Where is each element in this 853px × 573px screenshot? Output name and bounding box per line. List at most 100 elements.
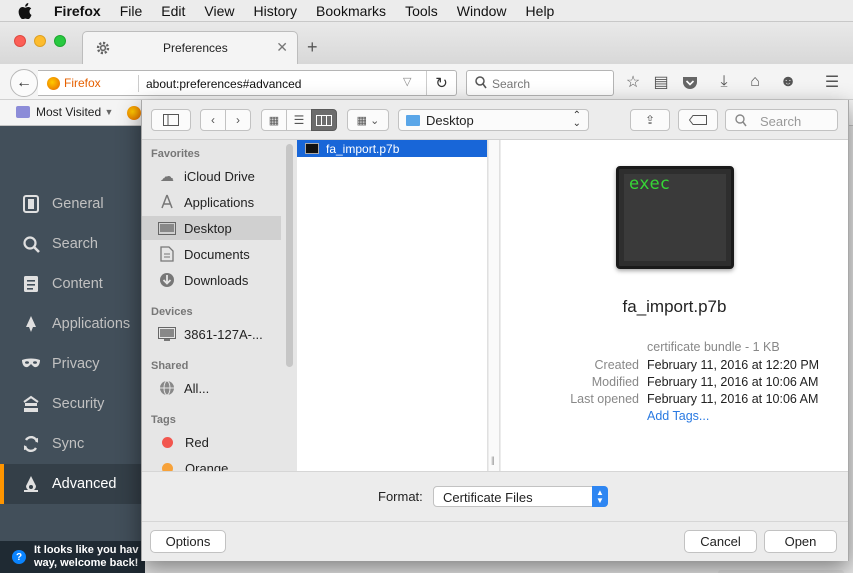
location-label: Desktop bbox=[426, 113, 474, 128]
navigation-toolbar: ← Firefox about:preferences#advanced ▽ ↻… bbox=[0, 64, 853, 100]
zoom-window-button[interactable] bbox=[54, 35, 66, 47]
sidebar-item-content[interactable]: Content bbox=[0, 264, 145, 304]
help-icon: ? bbox=[12, 550, 26, 564]
search-icon bbox=[475, 76, 487, 89]
sidebar-item-tag-red[interactable]: Red bbox=[142, 430, 281, 454]
new-tab-icon[interactable]: + bbox=[307, 37, 318, 58]
reload-icon[interactable]: ↻ bbox=[426, 71, 456, 95]
add-tags-link[interactable]: Add Tags... bbox=[647, 409, 709, 423]
cloud-icon: ☁ bbox=[160, 167, 174, 184]
close-window-button[interactable] bbox=[14, 35, 26, 47]
column-view-button[interactable] bbox=[311, 109, 337, 131]
format-popup[interactable]: Certificate Files ▲ ▼ bbox=[433, 486, 608, 507]
forward-button[interactable]: › bbox=[225, 109, 251, 131]
home-icon[interactable]: ⌂ bbox=[745, 72, 765, 92]
sidebar-item-label: iCloud Drive bbox=[184, 168, 255, 184]
sidebar-item-privacy[interactable]: Privacy bbox=[0, 344, 145, 384]
sidebar-item-label: General bbox=[52, 196, 104, 212]
search-placeholder: Search bbox=[760, 114, 802, 129]
sidebar-item-icloud-drive[interactable]: ☁ iCloud Drive bbox=[142, 164, 281, 188]
sidebar-scrollbar[interactable] bbox=[286, 144, 293, 367]
welcome-back-notification: ? It looks like you hav way, welcome bac… bbox=[0, 541, 145, 573]
menu-help[interactable]: Help bbox=[526, 3, 555, 19]
back-button[interactable]: ‹ bbox=[200, 109, 226, 131]
format-row: Format: Certificate Files ▲ ▼ bbox=[142, 471, 848, 521]
cancel-button[interactable]: Cancel bbox=[684, 530, 757, 553]
sidebar-item-security[interactable]: Security bbox=[0, 384, 145, 424]
menu-view[interactable]: View bbox=[204, 3, 234, 19]
tab-close-icon[interactable]: ✕ bbox=[276, 39, 288, 56]
sidebar-item-label: Documents bbox=[184, 246, 250, 262]
sidebar-item-tag-orange[interactable]: Orange bbox=[142, 456, 281, 471]
location-popup[interactable]: Desktop ⌃ ⌄ bbox=[398, 109, 589, 131]
tab-preferences[interactable]: Preferences ✕ bbox=[82, 31, 298, 64]
firefox-bookmark-icon[interactable] bbox=[127, 106, 141, 120]
most-visited-folder[interactable]: Most Visited ▼ bbox=[16, 105, 113, 119]
finder-sidebar: Favorites ☁ iCloud Drive Applications Des… bbox=[142, 140, 297, 471]
file-name: fa_import.p7b bbox=[326, 141, 400, 156]
desktop-icon bbox=[157, 219, 177, 237]
sidebar-toggle-button[interactable] bbox=[151, 109, 191, 131]
list-view-button[interactable]: ☰ bbox=[286, 109, 312, 131]
share-icon: ⇪ bbox=[644, 113, 656, 127]
file-row-selected[interactable]: fa_import.p7b bbox=[297, 140, 487, 157]
menu-edit[interactable]: Edit bbox=[161, 3, 185, 19]
hamburger-menu-icon[interactable]: ☰ bbox=[822, 72, 842, 92]
pocket-shape-icon bbox=[683, 76, 697, 89]
chevron-down-icon: ▼ bbox=[104, 107, 114, 117]
open-file-dialog: ‹ › ▦ ☰ ▦ ⌄ Desktop ⌃ ⌄ ⇪ Search Favorite… bbox=[141, 100, 849, 561]
sidebar-item-advanced[interactable]: Advanced bbox=[0, 464, 145, 504]
pocket-icon[interactable] bbox=[680, 72, 700, 92]
documents-icon bbox=[157, 245, 177, 263]
format-value: Certificate Files bbox=[443, 490, 533, 505]
tags-button[interactable] bbox=[678, 109, 718, 131]
arrow-left-icon: ← bbox=[16, 74, 32, 91]
sidebar-item-sync[interactable]: Sync bbox=[0, 424, 145, 464]
sidebar-item-documents[interactable]: Documents bbox=[142, 242, 281, 266]
menu-window[interactable]: Window bbox=[457, 3, 507, 19]
applications-icon bbox=[157, 193, 177, 211]
sidebar-item-applications[interactable]: Applications bbox=[142, 190, 281, 214]
history-dropdown-icon[interactable]: ▽ bbox=[403, 75, 411, 88]
menu-history[interactable]: History bbox=[253, 3, 297, 19]
apple-menu-icon[interactable] bbox=[18, 2, 32, 19]
identity-label: Firefox bbox=[64, 76, 101, 90]
folder-icon bbox=[16, 106, 30, 118]
arrange-button[interactable]: ▦ ⌄ bbox=[347, 109, 389, 131]
dialog-search-field[interactable]: Search bbox=[725, 109, 838, 131]
bookmark-star-icon[interactable]: ☆ bbox=[623, 72, 643, 92]
menu-file[interactable]: File bbox=[120, 3, 143, 19]
open-button[interactable]: Open bbox=[764, 530, 837, 553]
options-button[interactable]: Options bbox=[150, 530, 226, 553]
sidebar-item-device[interactable]: 3861-127A-... bbox=[142, 322, 281, 346]
shared-header: Shared bbox=[151, 360, 189, 372]
url-bar[interactable]: Firefox about:preferences#advanced ▽ ↻ bbox=[38, 70, 457, 96]
sidebar-item-label: Desktop bbox=[184, 220, 232, 236]
sidebar-item-label: All... bbox=[184, 380, 210, 396]
column-grip-icon[interactable]: || bbox=[491, 455, 495, 465]
minimize-window-button[interactable] bbox=[34, 35, 46, 47]
downloads-icon[interactable]: ⤓ bbox=[714, 72, 734, 92]
url-text[interactable]: about:preferences#advanced bbox=[146, 77, 301, 91]
column-resize-handle[interactable] bbox=[489, 140, 500, 471]
sidebar-item-applications[interactable]: Applications bbox=[0, 304, 145, 344]
list-view-icon: ☰ bbox=[293, 113, 305, 127]
sidebar-item-general[interactable]: General bbox=[0, 184, 145, 224]
back-button[interactable]: ← bbox=[10, 69, 38, 97]
share-button[interactable]: ⇪ bbox=[630, 109, 670, 131]
sidebar-item-label: Search bbox=[52, 236, 98, 252]
sidebar-item-label: Sync bbox=[52, 436, 85, 452]
sidebar-item-shared-all[interactable]: All... bbox=[142, 376, 281, 400]
search-bar[interactable]: Search bbox=[466, 70, 614, 96]
identity-badge[interactable]: Firefox bbox=[47, 76, 101, 90]
favorites-header: Favorites bbox=[151, 148, 200, 160]
icon-view-button[interactable]: ▦ bbox=[261, 109, 287, 131]
sidebar-item-search[interactable]: Search bbox=[0, 224, 145, 264]
hello-icon[interactable]: ☻ bbox=[778, 72, 798, 92]
menu-tools[interactable]: Tools bbox=[405, 3, 438, 19]
sidebar-item-desktop[interactable]: Desktop bbox=[142, 216, 281, 240]
menu-app-name[interactable]: Firefox bbox=[54, 3, 101, 19]
sidebar-item-downloads[interactable]: Downloads bbox=[142, 268, 281, 292]
menu-bookmarks[interactable]: Bookmarks bbox=[316, 3, 386, 19]
reading-list-icon[interactable]: ▤ bbox=[651, 72, 671, 92]
